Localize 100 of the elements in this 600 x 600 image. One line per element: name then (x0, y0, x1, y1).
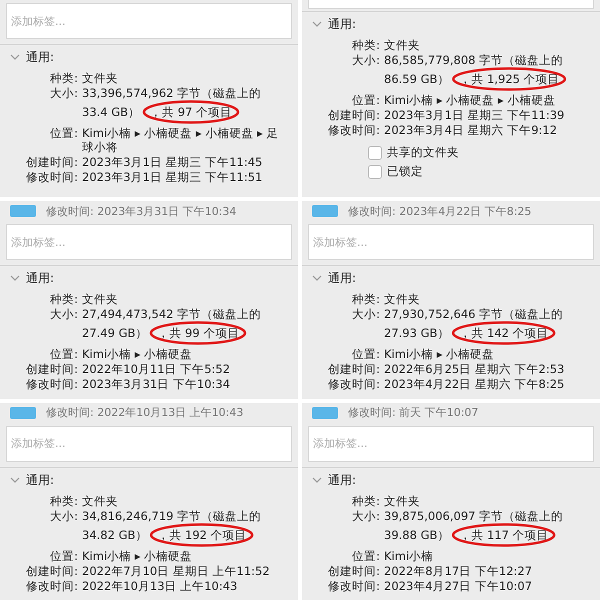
info-label: 位置: (351, 548, 380, 563)
info-label: 修改时间: (25, 578, 78, 593)
item-count: ，共 142 个项目 (459, 326, 549, 340)
checkbox-label: 共享的文件夹 (387, 145, 459, 160)
info-value: 86.59 GB） (384, 72, 450, 86)
info-value: 39,875,006,097 字节（磁盘上的 (384, 508, 564, 523)
checkbox[interactable] (368, 146, 382, 160)
info-label: 大小: (351, 53, 380, 69)
info-value: 2023年4月27日 下午10:07 (384, 578, 534, 593)
chevron-icon[interactable] (312, 476, 322, 484)
tag-field[interactable]: 添加标签... (6, 426, 292, 462)
info-value: Kimi小楠 ▸ 小楠硬盘 ▸ 小楠硬盘 ▸ 足球小将 (82, 126, 280, 154)
info-value: 2023年3月1日 星期三 下午11:51 (82, 170, 264, 184)
item-count: ，共 117 个项目 (459, 528, 549, 542)
info-label: 创建时间: (25, 362, 78, 376)
info-value: 2023年3月1日 星期三 下午11:39 (384, 108, 566, 122)
folder-icon (10, 406, 36, 419)
folder-icon (10, 205, 36, 218)
folder-icon (312, 406, 338, 419)
info-label: 位置: (351, 347, 380, 362)
info-value: 39.88 GB） (384, 528, 450, 542)
info-value: 2023年4月22日 星期六 下午8:25 (384, 377, 566, 392)
info-label: 位置: (49, 126, 78, 142)
info-value: 2022年7月10日 星期日 上午11:52 (82, 564, 271, 578)
info-value: 2022年10月11日 下午5:52 (82, 362, 232, 376)
section-title: 通用: (26, 270, 54, 288)
info-value: 2023年3月4日 星期六 下午9:12 (384, 123, 558, 137)
section-title: 通用: (26, 49, 54, 66)
info-value: 2023年3月31日 下午10:34 (82, 377, 232, 392)
info-value: 27,494,473,542 字节（磁盘上的 (82, 307, 262, 322)
info-label: 位置: (49, 548, 78, 563)
info-value: 文件夹 (82, 292, 119, 306)
info-label: 种类: (49, 494, 78, 508)
item-count: ，共 1,925 个项目 (459, 72, 560, 86)
info-label: 创建时间: (327, 108, 380, 122)
info-value: 27.49 GB） (82, 326, 148, 340)
info-value: 文件夹 (82, 71, 119, 85)
info-value: Kimi小楠 ▸ 小楠硬盘 (82, 548, 194, 563)
info-label: 创建时间: (327, 362, 380, 376)
info-value: 文件夹 (82, 494, 119, 508)
info-value: 2022年6月25日 星期六 下午2:53 (384, 362, 566, 376)
modified-time-text: 修改时间: 2023年3月31日 下午10:34 (46, 204, 236, 219)
info-value: 33.4 GB） (82, 105, 140, 119)
checkbox-label: 已锁定 (387, 164, 423, 179)
info-label: 大小: (49, 307, 78, 324)
info-value: Kimi小楠 ▸ 小楠硬盘 (384, 347, 496, 362)
info-value: 文件夹 (384, 38, 421, 52)
info-label: 修改时间: (327, 578, 380, 593)
info-value: 文件夹 (384, 292, 421, 306)
info-label: 种类: (351, 38, 380, 52)
info-label: 种类: (351, 494, 380, 508)
modified-time-text: 修改时间: 2023年4月22日 下午8:25 (348, 204, 532, 219)
info-value: 2022年8月17日 下午12:27 (384, 564, 534, 578)
info-value: 27,930,752,646 字节（磁盘上的 (384, 307, 564, 322)
chevron-icon[interactable] (312, 21, 322, 28)
section-title: 通用: (328, 16, 356, 33)
info-value: 27.93 GB） (384, 326, 450, 340)
folder-icon (312, 205, 338, 218)
info-label: 修改时间: (327, 123, 380, 137)
info-label: 位置: (351, 93, 380, 107)
info-value: Kimi小楠 ▸ 小楠硬盘 ▸ 小楠硬盘 (384, 93, 556, 107)
tag-field[interactable]: 添加标签... (6, 3, 292, 39)
info-label: 大小: (351, 307, 380, 324)
chevron-icon[interactable] (312, 275, 322, 282)
chevron-icon[interactable] (10, 275, 20, 282)
info-label: 位置: (49, 347, 78, 362)
info-label: 大小: (49, 86, 78, 102)
item-count: ，共 192 个项目 (157, 528, 247, 542)
info-value: 34,816,246,719 字节（磁盘上的 (82, 508, 262, 523)
info-value: 2022年10月13日 上午10:43 (82, 578, 238, 593)
chevron-icon[interactable] (10, 54, 20, 61)
info-value: 文件夹 (384, 494, 421, 508)
info-label: 修改时间: (327, 377, 380, 392)
section-title: 通用: (26, 472, 54, 489)
info-label: 创建时间: (25, 564, 78, 578)
info-label: 种类: (49, 71, 78, 85)
info-value: 2023年3月1日 星期三 下午11:45 (82, 155, 264, 169)
section-title: 通用: (328, 472, 356, 489)
tag-field[interactable]: 添加标签... (308, 426, 594, 462)
info-label: 修改时间: (25, 170, 78, 184)
item-count: ，共 97 个项目 (150, 105, 232, 119)
item-count: ，共 99 个项目 (157, 326, 240, 340)
info-label: 种类: (351, 292, 380, 306)
info-label: 种类: (49, 292, 78, 306)
checkbox[interactable] (368, 164, 382, 178)
tag-field[interactable] (308, 0, 594, 9)
tag-field[interactable]: 添加标签... (308, 224, 594, 260)
info-label: 创建时间: (327, 564, 380, 578)
modified-time-text: 修改时间: 前天 下午10:07 (348, 405, 478, 420)
info-value: 86,585,779,808 字节（磁盘上的 (384, 53, 564, 67)
info-value: Kimi小楠 (384, 548, 434, 563)
info-label: 创建时间: (25, 155, 78, 169)
chevron-icon[interactable] (10, 476, 20, 484)
section-title: 通用: (328, 270, 356, 288)
modified-time-text: 修改时间: 2022年10月13日 上午10:43 (46, 405, 244, 420)
info-label: 修改时间: (25, 377, 78, 392)
info-value: 34.82 GB） (82, 528, 148, 542)
info-value: 33,396,574,962 字节（磁盘上的 (82, 86, 262, 100)
info-label: 大小: (351, 508, 380, 525)
tag-field[interactable]: 添加标签... (6, 224, 292, 260)
